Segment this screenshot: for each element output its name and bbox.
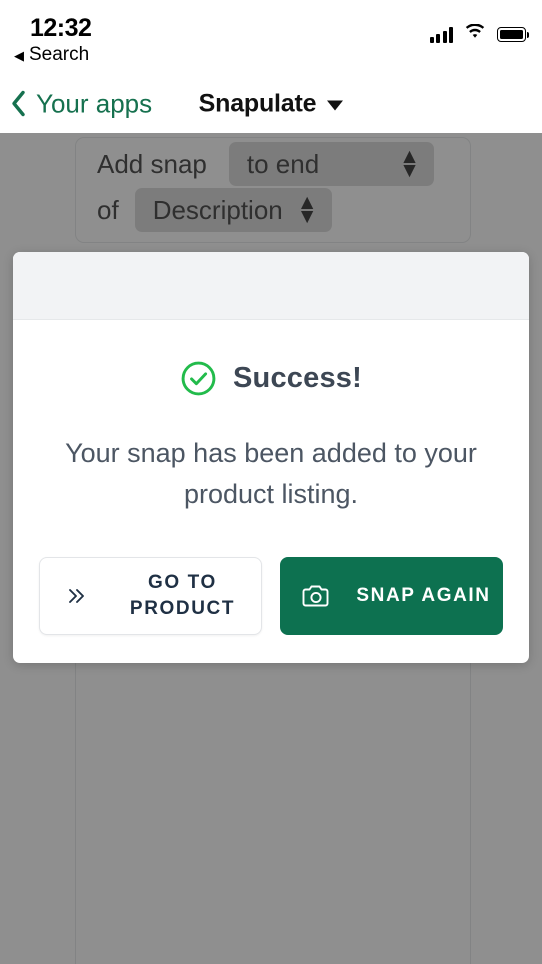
wifi-icon xyxy=(464,23,486,45)
snap-again-label: SNAP AGAIN xyxy=(356,585,491,606)
camera-icon xyxy=(291,583,343,610)
snap-again-button[interactable]: SNAP AGAIN xyxy=(280,557,503,635)
dialog-title-row: Success! xyxy=(13,360,529,397)
page-title: Snapulate xyxy=(198,89,317,117)
chevron-down-icon xyxy=(327,100,344,111)
battery-icon xyxy=(497,27,529,42)
back-triangle-icon: ◀ xyxy=(14,47,24,63)
status-indicators xyxy=(429,23,529,45)
status-time: 12:32 xyxy=(30,14,92,42)
dialog-message: Your snap has been added to your product… xyxy=(65,438,477,509)
chevron-double-right-icon xyxy=(50,585,102,607)
go-to-product-label: GO TO PRODUCT xyxy=(129,572,236,619)
success-dialog: Success! Your snap has been added to you… xyxy=(13,252,529,663)
nav-title-dropdown[interactable]: Snapulate xyxy=(0,89,542,118)
go-to-product-button[interactable]: GO TO PRODUCT xyxy=(39,557,262,635)
dialog-body: Success! Your snap has been added to you… xyxy=(13,360,529,515)
dialog-actions: GO TO PRODUCT SNAP AGAIN xyxy=(13,557,529,663)
nav-bar: Your apps Snapulate xyxy=(0,74,542,133)
status-back-label: Search xyxy=(29,44,90,65)
cellular-signal-icon xyxy=(429,26,453,43)
check-circle-icon xyxy=(180,360,217,397)
status-bar: 12:32 ◀ Search xyxy=(0,0,542,74)
dialog-header-bar xyxy=(13,252,529,320)
status-back-to-search[interactable]: ◀ Search xyxy=(14,44,89,66)
dialog-title: Success! xyxy=(233,362,362,394)
